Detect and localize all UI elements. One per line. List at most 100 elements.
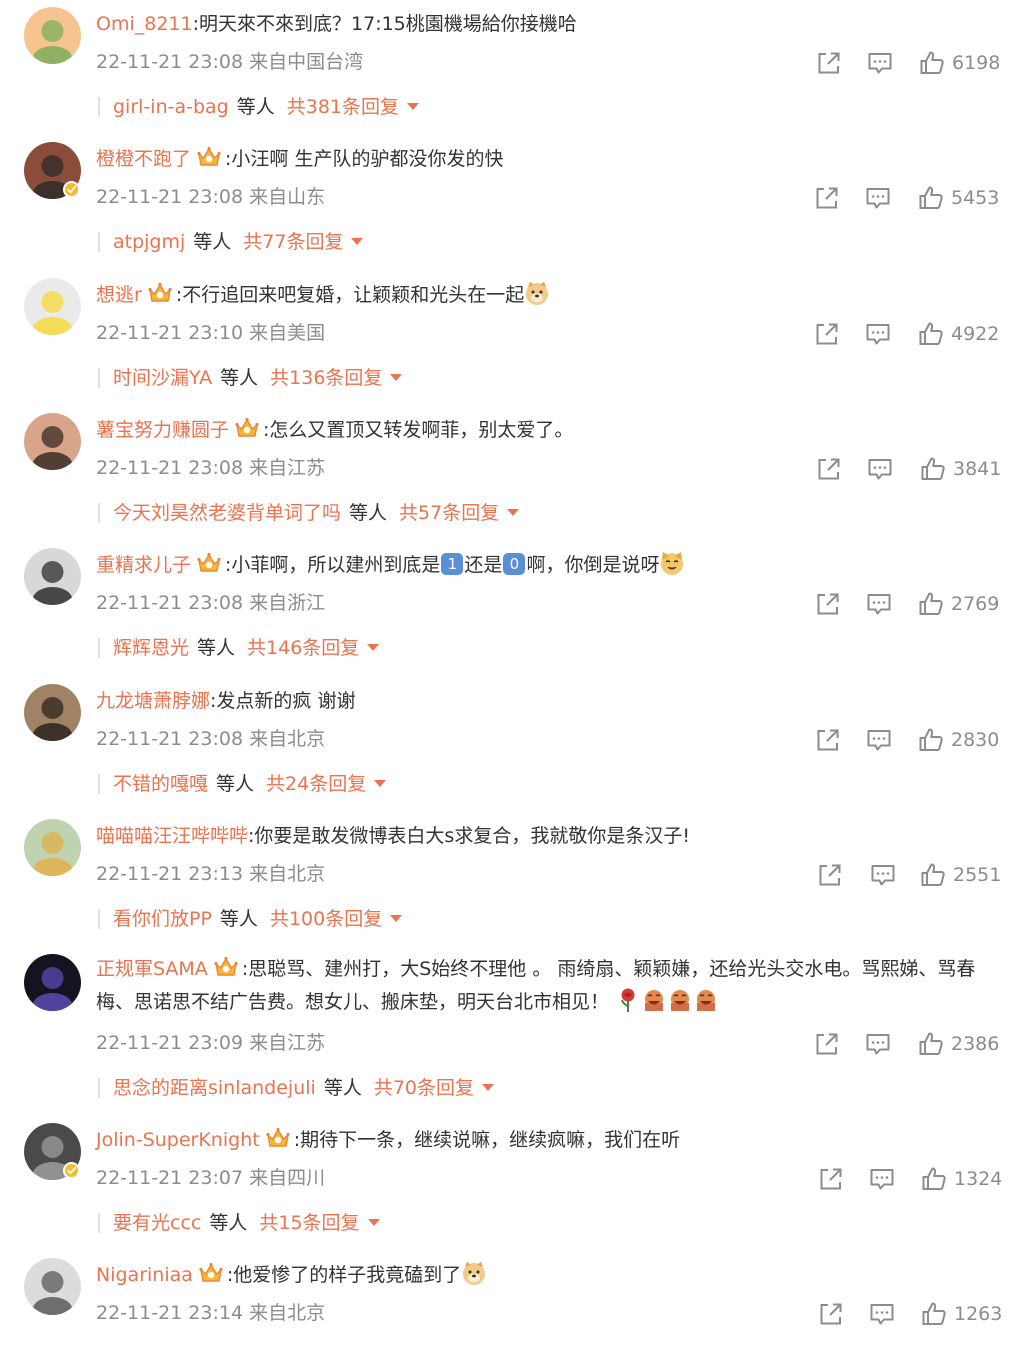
- comment-actions: 2386: [0, 1030, 1028, 1058]
- crown-badge-icon[interactable]: [234, 417, 260, 439]
- like-icon[interactable]: [920, 1300, 948, 1328]
- reply-count-link[interactable]: 共100条回复: [270, 908, 382, 930]
- username-link[interactable]: Omi_8211: [96, 13, 193, 35]
- chevron-down-icon[interactable]: [390, 915, 403, 922]
- comment-icon[interactable]: [864, 320, 892, 348]
- share-icon[interactable]: [813, 1030, 841, 1058]
- username-link[interactable]: 重精求儿子: [96, 554, 191, 576]
- username-link[interactable]: 正规軍SAMA: [96, 958, 208, 980]
- reply-count-link[interactable]: 共70条回复: [374, 1077, 474, 1099]
- chevron-down-icon[interactable]: [482, 1084, 495, 1091]
- like-icon[interactable]: [918, 49, 946, 77]
- like-icon[interactable]: [917, 726, 945, 754]
- comment-icon[interactable]: [864, 184, 892, 212]
- like-button[interactable]: 1263: [920, 1300, 1020, 1328]
- username-link[interactable]: 喵喵喵汪汪哔哔哔: [96, 825, 248, 847]
- like-count: 5453: [951, 187, 1000, 209]
- like-icon[interactable]: [917, 184, 945, 212]
- rose-emoji: [615, 987, 641, 1013]
- share-icon[interactable]: [817, 1165, 845, 1193]
- share-icon[interactable]: [814, 726, 842, 754]
- reply-username[interactable]: 不错的嘎嘎: [113, 773, 208, 795]
- reply-username[interactable]: atpjgmj: [113, 231, 185, 253]
- like-button[interactable]: 5453: [917, 184, 1017, 212]
- reply-divider: [98, 503, 100, 523]
- reply-count-link[interactable]: 共136条回复: [270, 367, 382, 389]
- username-link[interactable]: 薯宝努力赚圆子: [96, 419, 229, 441]
- comment-icon[interactable]: [868, 1300, 896, 1328]
- crown-badge-icon[interactable]: [213, 956, 239, 978]
- like-button[interactable]: 2551: [919, 861, 1019, 889]
- share-icon[interactable]: [816, 861, 844, 889]
- crown-badge-icon[interactable]: [196, 146, 222, 168]
- username-link[interactable]: 想逃r: [96, 284, 142, 306]
- username-link[interactable]: Nigariniaa: [96, 1264, 193, 1286]
- reply-username[interactable]: 时间沙漏YA: [113, 367, 212, 389]
- comment-item: 薯宝努力赚圆子:怎么又置顶又转发啊菲，别太爱了。 22-11-21 23:08 来…: [0, 406, 1028, 541]
- chevron-down-icon[interactable]: [374, 780, 387, 787]
- crown-badge-icon[interactable]: [147, 282, 173, 304]
- chevron-down-icon[interactable]: [390, 374, 403, 381]
- reply-username[interactable]: 辉辉恩光: [113, 637, 189, 659]
- crown-badge-icon[interactable]: [196, 552, 222, 574]
- like-button[interactable]: 1324: [920, 1165, 1020, 1193]
- comment-icon[interactable]: [864, 1030, 892, 1058]
- reply-summary-text: 不错的嘎嘎 等人 共24条回复: [113, 770, 387, 798]
- like-icon[interactable]: [917, 320, 945, 348]
- keycap-1-emoji: 1: [441, 553, 464, 575]
- reply-count-link[interactable]: 共146条回复: [247, 637, 359, 659]
- like-button[interactable]: 2769: [917, 590, 1017, 618]
- like-icon[interactable]: [920, 1165, 948, 1193]
- comment-item: 喵喵喵汪汪哔哔哔:你要是敢发微博表白大s求复合，我就敬你是条汉子! 22-11-2…: [0, 812, 1028, 947]
- like-button[interactable]: 2386: [917, 1030, 1017, 1058]
- avatar[interactable]: [24, 954, 81, 1011]
- share-icon[interactable]: [815, 455, 843, 483]
- reply-divider: [98, 1213, 100, 1233]
- chevron-down-icon[interactable]: [351, 238, 364, 245]
- share-icon[interactable]: [813, 320, 841, 348]
- comment-icon[interactable]: [865, 590, 893, 618]
- like-button[interactable]: 2830: [917, 726, 1017, 754]
- like-icon[interactable]: [919, 455, 947, 483]
- chevron-down-icon[interactable]: [367, 1219, 380, 1226]
- username-link[interactable]: 橙橙不跑了: [96, 148, 191, 170]
- crown-badge-icon[interactable]: [198, 1262, 224, 1284]
- like-icon[interactable]: [917, 590, 945, 618]
- username-link[interactable]: Jolin-SuperKnight: [96, 1129, 260, 1151]
- chevron-down-icon[interactable]: [407, 103, 420, 110]
- comment-icon[interactable]: [866, 49, 894, 77]
- reply-username[interactable]: 看你们放PP: [113, 908, 212, 930]
- like-button[interactable]: 4922: [917, 320, 1017, 348]
- reply-count-link[interactable]: 共77条回复: [243, 231, 343, 253]
- share-icon[interactable]: [814, 590, 842, 618]
- reply-count-link[interactable]: 共381条回复: [287, 96, 399, 118]
- username-link[interactable]: 九龙塘萧脖娜: [96, 690, 210, 712]
- comment-text: :小汪啊 生产队的驴都没你发的快: [225, 148, 504, 170]
- share-icon[interactable]: [817, 1300, 845, 1328]
- keycap-0-emoji: 0: [503, 553, 526, 575]
- like-icon[interactable]: [917, 1030, 945, 1058]
- like-button[interactable]: 3841: [919, 455, 1019, 483]
- reply-username[interactable]: 思念的距离sinlandejuli: [113, 1077, 316, 1099]
- reply-count-link[interactable]: 共57条回复: [399, 502, 499, 524]
- comment-icon[interactable]: [866, 455, 894, 483]
- like-icon[interactable]: [919, 861, 947, 889]
- reply-count-link[interactable]: 共24条回复: [266, 773, 366, 795]
- crown-badge-icon[interactable]: [265, 1127, 291, 1149]
- share-icon[interactable]: [815, 49, 843, 77]
- reply-username[interactable]: 今天刘昊然老婆背单词了吗: [113, 502, 341, 524]
- reply-divider: [98, 232, 100, 252]
- like-button[interactable]: 6198: [918, 49, 1018, 77]
- share-icon[interactable]: [813, 184, 841, 212]
- comment-text-line: 喵喵喵汪汪哔哔哔:你要是敢发微博表白大s求复合，我就敬你是条汉子!: [96, 821, 690, 851]
- comment-icon[interactable]: [865, 726, 893, 754]
- reply-username[interactable]: 要有光ccc: [113, 1212, 201, 1234]
- dog-emoji: [659, 550, 685, 576]
- reply-count-link[interactable]: 共15条回复: [259, 1212, 359, 1234]
- comment-icon[interactable]: [869, 861, 897, 889]
- chevron-down-icon[interactable]: [367, 644, 380, 651]
- chevron-down-icon[interactable]: [507, 509, 520, 516]
- comment-text: :不行追回来吧复婚，让颖颖和光头在一起: [175, 284, 525, 306]
- reply-username[interactable]: girl-in-a-bag: [113, 96, 229, 118]
- comment-icon[interactable]: [868, 1165, 896, 1193]
